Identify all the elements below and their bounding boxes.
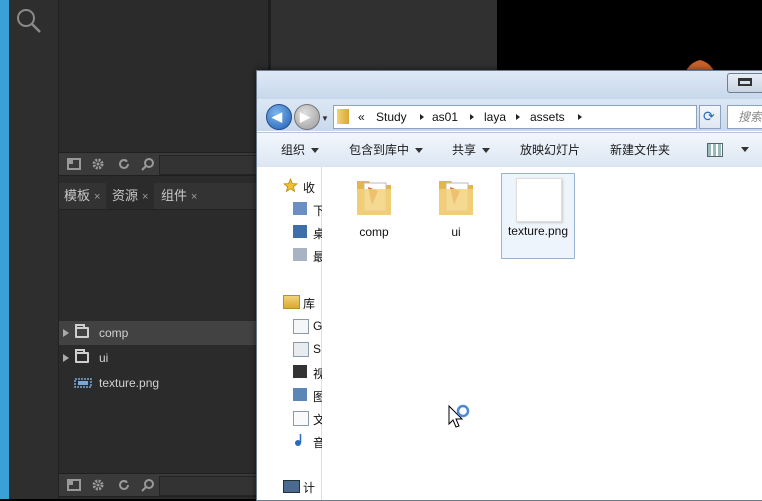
file-item-ui[interactable]: ui: [426, 173, 486, 253]
collapse-icon[interactable]: [67, 478, 81, 492]
tab-close-icon[interactable]: ×: [142, 191, 148, 203]
back-button[interactable]: ◀: [266, 104, 292, 130]
folder-icon: [439, 181, 473, 215]
refresh-icon[interactable]: [117, 478, 131, 492]
folder-icon: [75, 349, 89, 363]
refresh-button[interactable]: ⟳: [699, 105, 721, 129]
gear-icon[interactable]: [91, 157, 105, 171]
view-dropdown-icon[interactable]: [741, 147, 749, 152]
tab-components[interactable]: 组件 ×: [161, 183, 197, 209]
collapse-icon[interactable]: [67, 157, 81, 171]
tab-label: 资源: [112, 188, 139, 203]
breadcrumb-assets[interactable]: assets: [530, 106, 565, 128]
image-thumbnail: [516, 178, 562, 222]
tree-item-label: ui: [99, 351, 109, 365]
expand-arrow-icon[interactable]: [63, 329, 69, 337]
library-item-icon: [293, 319, 309, 334]
navigation-pane: 收 下 桌 最 库 G S 视 图 文 音 计: [257, 167, 325, 500]
tab-label: 模板: [64, 188, 91, 203]
refresh-icon: ⟳: [703, 108, 715, 124]
expand-arrow-icon[interactable]: [63, 354, 69, 362]
breadcrumb-laya[interactable]: laya: [484, 106, 506, 128]
file-name: comp: [359, 225, 389, 239]
search-placeholder: 搜索: [738, 110, 762, 124]
cmd-label: 共享: [452, 143, 477, 157]
address-bar[interactable]: « Study as01 laya assets: [333, 105, 762, 129]
documents-icon: [293, 411, 309, 426]
favorites-star-icon: [283, 178, 298, 193]
downloads-icon: [293, 202, 307, 215]
computer-icon: [283, 480, 300, 493]
activity-rail: [9, 0, 59, 499]
image-file-icon: [74, 378, 92, 388]
recent-pages-dropdown-icon[interactable]: ▼: [321, 114, 329, 123]
tab-templates[interactable]: 模板 ×: [64, 183, 100, 209]
busy-cursor-icon: [448, 404, 470, 428]
recent-places-icon: [293, 248, 307, 261]
file-name: texture.png: [507, 224, 569, 238]
slideshow-button[interactable]: 放映幻灯片: [520, 133, 580, 167]
file-name: ui: [451, 225, 461, 239]
search-icon[interactable]: [14, 6, 44, 36]
nav-computer[interactable]: 计: [303, 479, 315, 496]
forward-arrow-icon: ▶: [300, 109, 310, 124]
nav-libraries[interactable]: 库: [303, 295, 315, 312]
music-icon: [295, 434, 302, 446]
window-edge-strip: [0, 0, 9, 499]
dropdown-icon: [482, 148, 491, 154]
videos-icon: [293, 365, 307, 378]
tree-item-label: comp: [99, 326, 129, 340]
window-titlebar[interactable]: [257, 71, 762, 99]
file-view: comp ui texture.png: [322, 167, 762, 500]
view-options-icon[interactable]: [707, 143, 723, 157]
back-arrow-icon: ◀: [272, 109, 282, 124]
tab-label: 组件: [161, 188, 188, 203]
breadcrumb-separator-icon[interactable]: [420, 114, 424, 120]
cmd-label: 组织: [281, 143, 306, 157]
folder-icon: [75, 324, 89, 338]
file-item-comp[interactable]: comp: [344, 173, 404, 253]
gear-icon[interactable]: [91, 478, 105, 492]
folder-icon: [337, 109, 349, 124]
forward-button[interactable]: ▶: [294, 104, 320, 130]
cmd-label: 包含到库中: [349, 143, 410, 157]
tab-close-icon[interactable]: ×: [94, 191, 100, 203]
nav-library-item[interactable]: S: [313, 342, 321, 356]
breadcrumb-separator-icon[interactable]: [578, 114, 582, 120]
search-icon[interactable]: [141, 157, 155, 171]
dropdown-icon: [311, 148, 320, 154]
tab-close-icon[interactable]: ×: [191, 191, 197, 203]
search-icon[interactable]: [141, 478, 155, 492]
share-button[interactable]: 共享: [452, 133, 491, 167]
tree-item-label: texture.png: [99, 376, 160, 390]
tab-resources[interactable]: 资源 ×: [112, 183, 148, 209]
desktop-icon: [293, 225, 307, 238]
window-search-input[interactable]: 搜索: [727, 105, 762, 129]
folder-icon: [357, 181, 391, 215]
command-bar: 组织 包含到库中 共享 放映幻灯片 新建文件夹: [257, 132, 762, 168]
breadcrumb-as01[interactable]: as01: [432, 106, 458, 128]
breadcrumb-overflow[interactable]: «: [358, 106, 365, 128]
dropdown-icon: [415, 148, 424, 154]
breadcrumb-separator-icon[interactable]: [516, 114, 520, 120]
pictures-icon: [293, 388, 307, 401]
nav-favorites[interactable]: 收: [303, 179, 315, 196]
refresh-icon[interactable]: [117, 157, 131, 171]
file-item-texture[interactable]: texture.png: [501, 173, 575, 259]
nav-library-item[interactable]: G: [313, 319, 322, 333]
maximize-icon: [738, 78, 752, 86]
library-item-icon: [293, 342, 309, 357]
new-folder-button[interactable]: 新建文件夹: [610, 133, 670, 167]
breadcrumb-separator-icon[interactable]: [470, 114, 474, 120]
explorer-window: ◀ ▶ ▼ « Study as01 laya assets ⟳ 搜索 组织 包…: [256, 70, 762, 501]
libraries-icon: [283, 295, 300, 309]
include-in-library-button[interactable]: 包含到库中: [349, 133, 424, 167]
breadcrumb-study[interactable]: Study: [376, 106, 407, 128]
organize-button[interactable]: 组织: [281, 133, 320, 167]
